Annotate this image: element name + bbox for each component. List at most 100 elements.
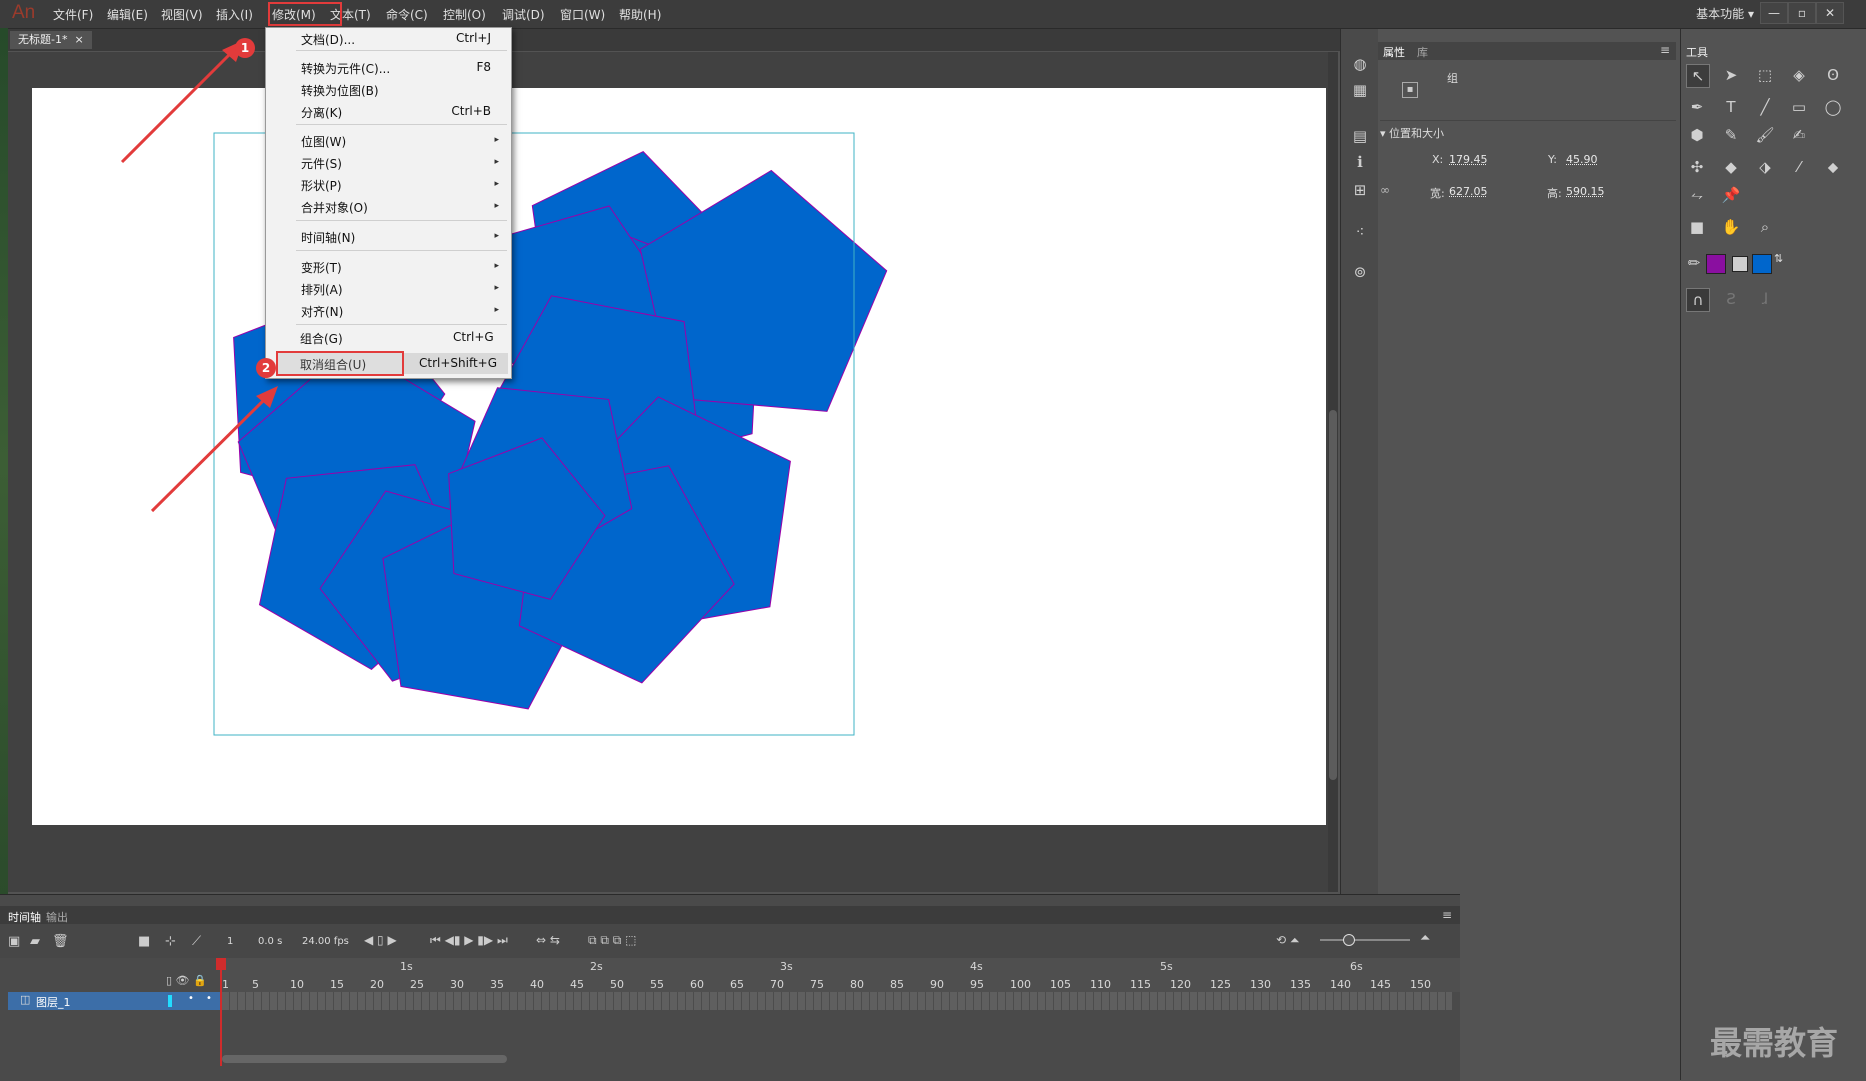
loop-icon[interactable]: ⇔ ⇆ [536, 933, 560, 947]
bone-tool-icon[interactable]: ✣ [1686, 156, 1708, 178]
panel-menu-icon[interactable]: ≡ [1660, 43, 1670, 57]
current-time[interactable]: 0.0 s [258, 936, 282, 947]
y-value[interactable]: 45.90 [1566, 153, 1598, 166]
height-value[interactable]: 590.15 [1566, 185, 1605, 198]
close-window-button[interactable]: ✕ [1816, 2, 1844, 24]
frame-number: 110 [1090, 978, 1111, 991]
y-label: Y: [1548, 153, 1557, 166]
frame-ruler[interactable]: 1s 2s 3s 4s 5s 6s 1 5 10 15 20 25 30 35 … [220, 958, 1460, 992]
zoom-tool-icon[interactable]: ⌕ [1754, 216, 1776, 238]
smooth-icon: Ƨ [1726, 290, 1736, 308]
second-marker: 2s [590, 960, 603, 973]
polystar-tool-icon[interactable]: ⬢ [1686, 124, 1708, 146]
stroke-color-swatch[interactable] [1706, 254, 1726, 274]
stage-scroll-thumb[interactable] [1329, 410, 1337, 780]
workspace-switcher[interactable]: 基本功能 ▾ [1696, 5, 1754, 22]
visibility-column-icon[interactable]: ▯ 👁 🔒 [166, 974, 207, 987]
tab-output[interactable]: 输出 [46, 909, 68, 925]
camera-tool-icon[interactable]: ■ [1686, 216, 1708, 238]
playback-controls[interactable]: ⏮ ◀▮ ▶ ▮▶ ⏭ [430, 933, 508, 948]
center-frame-icon[interactable]: ⟲ ⏶ [1276, 933, 1299, 948]
fill-color-icon[interactable] [1732, 256, 1748, 272]
zoom-mountain-icon[interactable]: ⏶ [1420, 931, 1430, 946]
timeline-zoom-handle[interactable] [1343, 934, 1355, 946]
frame-number: 75 [810, 978, 824, 991]
timeline-zoom-slider[interactable] [1320, 939, 1410, 941]
playhead-handle[interactable] [216, 958, 226, 970]
tab-library[interactable]: 库 [1417, 44, 1428, 60]
panel-menu-icon[interactable]: ≡ [1442, 908, 1452, 922]
swatches-panel-icon[interactable]: ▦ [1351, 81, 1369, 99]
width-value[interactable]: 627.05 [1449, 185, 1488, 198]
align-panel-icon[interactable]: ▤ [1351, 127, 1369, 145]
free-transform-tool-icon[interactable]: ⬚ [1754, 64, 1776, 86]
step-badge-1: 1 [235, 38, 255, 58]
oval-tool-icon[interactable]: ◯ [1822, 96, 1844, 118]
current-frame[interactable]: 1 [227, 936, 233, 947]
new-folder-icon[interactable]: ▰ [30, 934, 40, 949]
subselection-tool-icon[interactable]: ➤ [1720, 64, 1742, 86]
width-tool-icon[interactable]: ⥊ [1686, 184, 1708, 206]
ink-bottle-tool-icon[interactable]: ⬗ [1754, 156, 1776, 178]
eraser-tool-icon[interactable]: ⬥ [1822, 156, 1844, 178]
rectangle-tool-icon[interactable]: ▭ [1788, 96, 1810, 118]
workspace-label: 基本功能 [1696, 7, 1745, 21]
fill-color-swatch[interactable] [1752, 254, 1772, 274]
frame-number: 135 [1290, 978, 1311, 991]
snap-to-objects-icon[interactable]: ∩ [1686, 288, 1710, 312]
hand-tool-icon[interactable]: ✋ [1720, 216, 1742, 238]
playhead[interactable] [220, 958, 222, 1066]
tab-timeline[interactable]: 时间轴 [8, 909, 41, 925]
height-label: 高: [1547, 187, 1562, 200]
minimize-button[interactable]: — [1760, 2, 1788, 24]
transform-panel-icon[interactable]: ⊞ [1351, 181, 1369, 199]
selection-tool-icon[interactable]: ↖ [1686, 64, 1710, 88]
cc-libraries-icon[interactable]: ⊚ [1351, 263, 1369, 281]
x-value[interactable]: 179.45 [1449, 153, 1488, 166]
pen-tool-icon[interactable]: ✒ [1686, 96, 1708, 118]
layer-frames[interactable] [222, 992, 1452, 1010]
panel-icon-strip: ◍ ▦ ▤ ℹ ⊞ ⁖ ⊚ [1340, 29, 1380, 894]
brush-tool-icon[interactable]: ✍ [1788, 124, 1810, 146]
paint-brush-tool-icon[interactable]: 🖌 [1754, 124, 1776, 146]
section-position-size[interactable]: ▾ 位置和大小 [1380, 125, 1444, 141]
components-panel-icon[interactable]: ⁖ [1351, 223, 1369, 241]
onion-skin-icons[interactable]: ⧉ ⧉ ⧉ ⬚ [588, 933, 637, 948]
swap-colors-icon[interactable]: ⇅ [1774, 252, 1783, 265]
stroke-color-icon[interactable]: ✏ [1686, 252, 1702, 274]
color-panel-icon[interactable]: ◍ [1351, 55, 1369, 73]
disclosure-triangle-icon: ▾ [1380, 127, 1386, 140]
eyedropper-tool-icon[interactable]: ⁄ [1788, 156, 1810, 178]
frame-number: 125 [1210, 978, 1231, 991]
layer-row[interactable]: ◫ 图层_1 • • [8, 992, 220, 1010]
text-tool-icon[interactable]: T [1720, 96, 1742, 118]
3d-rotation-tool-icon[interactable]: ◈ [1788, 64, 1810, 86]
layer-lock-dot[interactable]: • [206, 993, 212, 1004]
link-proportions-icon[interactable]: ∞ [1380, 183, 1390, 197]
prev-keyframe-icon[interactable]: ◀ ▯ ▶ [364, 933, 397, 947]
graph-icon[interactable]: ⟋ [192, 934, 201, 949]
frame-number: 120 [1170, 978, 1191, 991]
info-panel-icon[interactable]: ℹ [1351, 153, 1369, 171]
frame-number: 35 [490, 978, 504, 991]
frame-rate[interactable]: 24.00 fps [302, 936, 349, 947]
camera-icon[interactable]: ■ [138, 934, 150, 949]
layer-name[interactable]: 图层_1 [36, 994, 71, 1010]
layer-visibility-dot[interactable]: • [188, 993, 194, 1004]
pin-tool-icon[interactable]: 📌 [1720, 184, 1742, 206]
delete-layer-icon[interactable]: 🗑 [52, 934, 69, 949]
paint-bucket-tool-icon[interactable]: ◆ [1720, 156, 1742, 178]
new-layer-icon[interactable]: ▣ [8, 934, 20, 949]
tab-properties[interactable]: 属性 [1383, 44, 1405, 60]
timeline-scrollbar[interactable] [222, 1055, 507, 1063]
line-tool-icon[interactable]: ╱ [1754, 96, 1776, 118]
frame-number: 25 [410, 978, 424, 991]
lasso-tool-icon[interactable]: ʘ [1822, 64, 1844, 86]
restore-button[interactable]: ▫ [1788, 2, 1816, 24]
frame-number: 1 [222, 978, 229, 991]
frame-number: 90 [930, 978, 944, 991]
second-marker: 3s [780, 960, 793, 973]
pencil-tool-icon[interactable]: ✎ [1720, 124, 1742, 146]
layer-parenting-icon[interactable]: ⊹ [165, 934, 176, 949]
frame-number: 70 [770, 978, 784, 991]
